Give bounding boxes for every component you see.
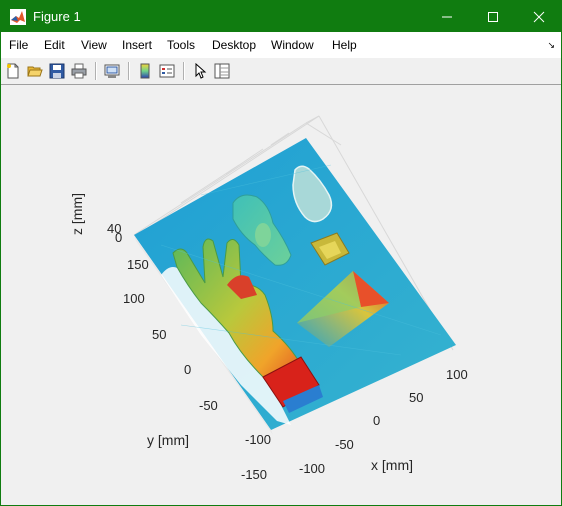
figure-toolbar: [1, 58, 561, 85]
toolbar-separator: [95, 62, 97, 80]
new-figure-icon: [7, 63, 19, 79]
x-tick: 50: [409, 390, 424, 405]
dock-arrow-icon[interactable]: ↘: [547, 40, 555, 51]
x-axis-label: x [mm]: [371, 457, 413, 473]
insert-legend-button[interactable]: [157, 61, 177, 81]
window-title: Figure 1: [33, 9, 81, 24]
y-tick: 100: [123, 291, 145, 306]
surface-plot[interactable]: [1, 85, 561, 505]
figure-window: Figure 1 File Edit View Insert Tools Des…: [0, 0, 562, 506]
x-tick: -100: [299, 461, 326, 476]
edit-plot-button[interactable]: [190, 61, 210, 81]
toolbar-separator: [128, 62, 130, 80]
menu-file[interactable]: File: [9, 38, 28, 52]
insert-colorbar-button[interactable]: [135, 61, 155, 81]
menu-edit[interactable]: Edit: [44, 38, 65, 52]
maximize-button[interactable]: [469, 1, 515, 32]
link-plot-icon: [104, 64, 120, 78]
plot-axes[interactable]: 40 0 z [mm] 150 100 50 0 -50 -100 -150 y…: [1, 85, 561, 505]
property-inspector-icon: [214, 63, 230, 79]
minimize-icon: [442, 16, 452, 18]
y-tick: 150: [127, 257, 149, 272]
close-icon: [533, 11, 545, 23]
save-icon: [49, 63, 65, 79]
save-button[interactable]: [47, 61, 67, 81]
x-tick: 0: [373, 413, 381, 428]
minimize-button[interactable]: [423, 1, 469, 32]
open-file-icon: [27, 66, 43, 77]
menu-bar: File Edit View Insert Tools Desktop Wind…: [1, 32, 561, 58]
menu-tools[interactable]: Tools: [167, 38, 195, 52]
new-figure-button[interactable]: [3, 61, 23, 81]
toolbar-separator: [183, 62, 185, 80]
x-tick: 100: [446, 367, 468, 382]
open-file-button[interactable]: [25, 61, 45, 81]
z-axis-label: z [mm]: [69, 193, 85, 235]
y-tick: -150: [241, 467, 268, 482]
print-button[interactable]: [69, 61, 89, 81]
title-bar[interactable]: Figure 1: [1, 1, 561, 32]
y-axis-label: y [mm]: [147, 432, 189, 448]
menu-help[interactable]: Help: [332, 38, 357, 52]
close-button[interactable]: [515, 1, 561, 32]
face-nose: [255, 223, 271, 247]
y-tick: -50: [199, 398, 218, 413]
x-tick: -50: [335, 437, 354, 452]
colorbar-icon: [140, 63, 150, 79]
z-tick: 0: [115, 230, 123, 245]
menu-view[interactable]: View: [81, 38, 107, 52]
menu-desktop[interactable]: Desktop: [212, 38, 256, 52]
pointer-icon: [195, 63, 207, 79]
y-tick: -100: [245, 432, 272, 447]
menu-window[interactable]: Window: [271, 38, 314, 52]
y-tick: 50: [152, 327, 167, 342]
maximize-icon: [488, 12, 498, 22]
y-tick: 0: [184, 362, 192, 377]
menu-insert[interactable]: Insert: [122, 38, 152, 52]
matlab-logo-icon: [10, 9, 26, 25]
print-icon: [71, 63, 87, 79]
legend-icon: [159, 64, 175, 78]
link-plot-button[interactable]: [102, 61, 122, 81]
property-inspector-button[interactable]: [212, 61, 232, 81]
